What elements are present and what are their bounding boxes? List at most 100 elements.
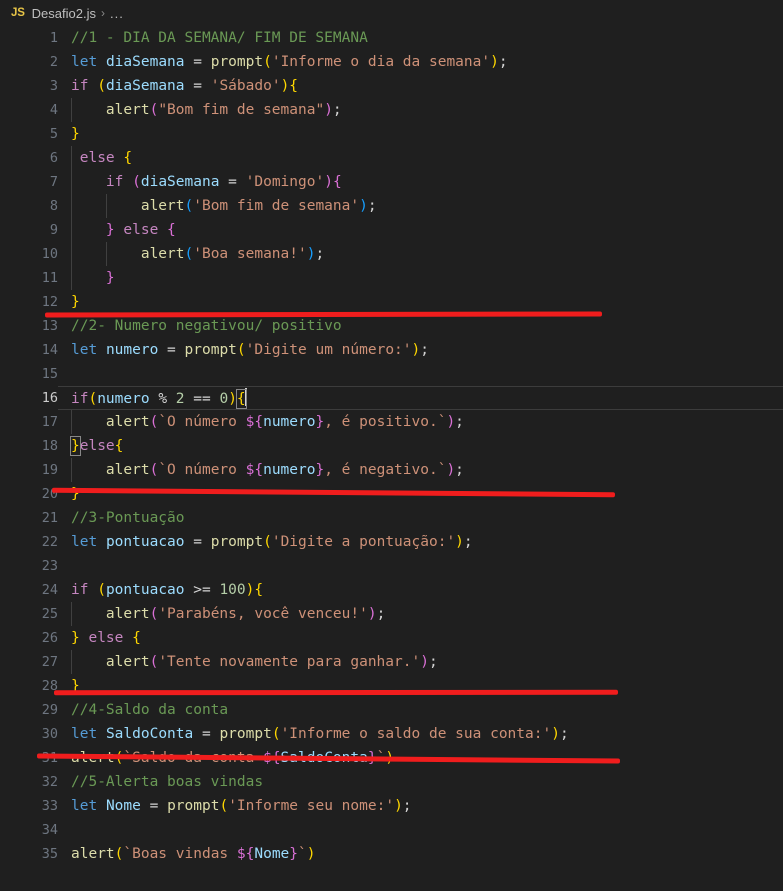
line-content[interactable]: //1 - DIA DA SEMANA/ FIM DE SEMANA <box>58 26 783 50</box>
line-content[interactable]: else { <box>58 146 783 170</box>
code-line[interactable]: 1 //1 - DIA DA SEMANA/ FIM DE SEMANA <box>0 26 783 50</box>
code-line[interactable]: 14 let numero = prompt('Digite um número… <box>0 338 783 362</box>
line-number: 19 <box>41 462 58 478</box>
line-number: 6 <box>49 150 58 166</box>
line-number: 29 <box>41 702 58 718</box>
line-number: 28 <box>41 678 58 694</box>
line-number: 10 <box>41 246 58 262</box>
code-line[interactable]: 5 } <box>0 122 783 146</box>
line-content[interactable]: } <box>58 266 783 290</box>
line-content[interactable]: } else { <box>58 218 783 242</box>
code-line[interactable]: 35 alert(`Boas vindas ${Nome}`) <box>0 842 783 866</box>
line-content[interactable] <box>58 818 783 842</box>
line-number: 23 <box>41 558 58 574</box>
code-line[interactable]: 15 <box>0 362 783 386</box>
line-content[interactable]: alert("Bom fim de semana"); <box>58 98 783 122</box>
line-number: 16 <box>41 390 58 406</box>
code-line[interactable]: 12 } <box>0 290 783 314</box>
line-content[interactable]: let SaldoConta = prompt('Informe o saldo… <box>58 722 783 746</box>
code-line[interactable]: 28 } <box>0 674 783 698</box>
line-number: 35 <box>41 846 58 862</box>
code-line[interactable]: 18 }else{ <box>0 434 783 458</box>
line-content[interactable]: //3-Pontuação <box>58 506 783 530</box>
javascript-file-icon: JS <box>11 7 25 19</box>
line-content[interactable]: if (diaSemana = 'Domingo'){ <box>58 170 783 194</box>
line-content[interactable]: } <box>58 290 783 314</box>
code-line[interactable]: 2 let diaSemana = prompt('Informe o dia … <box>0 50 783 74</box>
code-line[interactable]: 13 //2- Numero negativou/ positivo <box>0 314 783 338</box>
line-number: 15 <box>41 366 58 382</box>
line-number: 1 <box>49 30 58 46</box>
code-line[interactable]: 29 //4-Saldo da conta <box>0 698 783 722</box>
line-content[interactable]: alert('Tente novamente para ganhar.'); <box>58 650 783 674</box>
code-line[interactable]: 23 <box>0 554 783 578</box>
line-content[interactable]: if(numero % 2 == 0){ <box>58 386 783 410</box>
line-number: 21 <box>41 510 58 526</box>
line-content[interactable] <box>58 554 783 578</box>
code-line[interactable]: 21 //3-Pontuação <box>0 506 783 530</box>
line-number: 30 <box>41 726 58 742</box>
line-content[interactable]: //2- Numero negativou/ positivo <box>58 314 783 338</box>
line-content[interactable]: } <box>58 674 783 698</box>
line-number: 34 <box>41 822 58 838</box>
code-line[interactable]: 7 if (diaSemana = 'Domingo'){ <box>0 170 783 194</box>
code-line[interactable]: 33 let Nome = prompt('Informe seu nome:'… <box>0 794 783 818</box>
line-content[interactable]: let diaSemana = prompt('Informe o dia da… <box>58 50 783 74</box>
breadcrumb-file-name[interactable]: Desafio2.js <box>32 6 96 21</box>
code-line[interactable]: 10 alert('Boa semana!'); <box>0 242 783 266</box>
line-number: 13 <box>41 318 58 334</box>
line-number: 27 <box>41 654 58 670</box>
code-line[interactable]: 26 } else { <box>0 626 783 650</box>
line-content[interactable]: if (pontuacao >= 100){ <box>58 578 783 602</box>
line-number: 9 <box>49 222 58 238</box>
line-number: 22 <box>41 534 58 550</box>
code-line[interactable]: 31 alert(`Saldo da conta ${SaldoConta}`) <box>0 746 783 770</box>
code-line[interactable]: 24 if (pontuacao >= 100){ <box>0 578 783 602</box>
line-content[interactable]: }else{ <box>58 434 783 458</box>
line-content[interactable] <box>58 362 783 386</box>
code-line[interactable]: 25 alert('Parabéns, você venceu!'); <box>0 602 783 626</box>
line-number: 20 <box>41 486 58 502</box>
line-number: 17 <box>41 414 58 430</box>
line-number: 5 <box>49 126 58 142</box>
code-line[interactable]: 6 else { <box>0 146 783 170</box>
code-line[interactable]: 11 } <box>0 266 783 290</box>
line-number: 25 <box>41 606 58 622</box>
code-line[interactable]: 30 let SaldoConta = prompt('Informe o sa… <box>0 722 783 746</box>
code-line[interactable]: 8 alert('Bom fim de semana'); <box>0 194 783 218</box>
line-content[interactable]: alert(`O número ${numero}, é negativo.`)… <box>58 458 783 482</box>
line-content[interactable]: let pontuacao = prompt('Digite a pontuaç… <box>58 530 783 554</box>
code-line[interactable]: 20 } <box>0 482 783 506</box>
line-content[interactable]: alert('Bom fim de semana'); <box>58 194 783 218</box>
code-line[interactable]: 19 alert(`O número ${numero}, é negativo… <box>0 458 783 482</box>
line-number: 32 <box>41 774 58 790</box>
line-content[interactable]: if (diaSemana = 'Sábado'){ <box>58 74 783 98</box>
code-line[interactable]: 3 if (diaSemana = 'Sábado'){ <box>0 74 783 98</box>
breadcrumb-overflow[interactable]: ... <box>110 6 124 21</box>
code-line[interactable]: 4 alert("Bom fim de semana"); <box>0 98 783 122</box>
code-line[interactable]: 32 //5-Alerta boas vindas <box>0 770 783 794</box>
line-number: 24 <box>41 582 58 598</box>
line-content[interactable]: let numero = prompt('Digite um número:')… <box>58 338 783 362</box>
code-line-active[interactable]: 16 if(numero % 2 == 0){ <box>0 386 783 410</box>
line-content[interactable]: alert(`O número ${numero}, é positivo.`)… <box>58 410 783 434</box>
line-content[interactable]: //5-Alerta boas vindas <box>58 770 783 794</box>
line-content[interactable]: //4-Saldo da conta <box>58 698 783 722</box>
code-line[interactable]: 22 let pontuacao = prompt('Digite a pont… <box>0 530 783 554</box>
line-content[interactable]: alert(`Boas vindas ${Nome}`) <box>58 842 783 866</box>
code-line[interactable]: 17 alert(`O número ${numero}, é positivo… <box>0 410 783 434</box>
line-content[interactable]: } <box>58 482 783 506</box>
line-content[interactable]: alert('Parabéns, você venceu!'); <box>58 602 783 626</box>
line-content[interactable]: let Nome = prompt('Informe seu nome:'); <box>58 794 783 818</box>
code-line[interactable]: 27 alert('Tente novamente para ganhar.')… <box>0 650 783 674</box>
code-line[interactable]: 34 <box>0 818 783 842</box>
chevron-right-icon: › <box>100 6 105 20</box>
code-editor[interactable]: 1 //1 - DIA DA SEMANA/ FIM DE SEMANA 2 l… <box>0 26 783 891</box>
line-content[interactable]: alert(`Saldo da conta ${SaldoConta}`) <box>58 746 783 770</box>
line-content[interactable]: } <box>58 122 783 146</box>
code-line[interactable]: 9 } else { <box>0 218 783 242</box>
line-content[interactable]: } else { <box>58 626 783 650</box>
line-number: 2 <box>49 54 58 70</box>
line-number: 11 <box>41 270 58 286</box>
line-content[interactable]: alert('Boa semana!'); <box>58 242 783 266</box>
